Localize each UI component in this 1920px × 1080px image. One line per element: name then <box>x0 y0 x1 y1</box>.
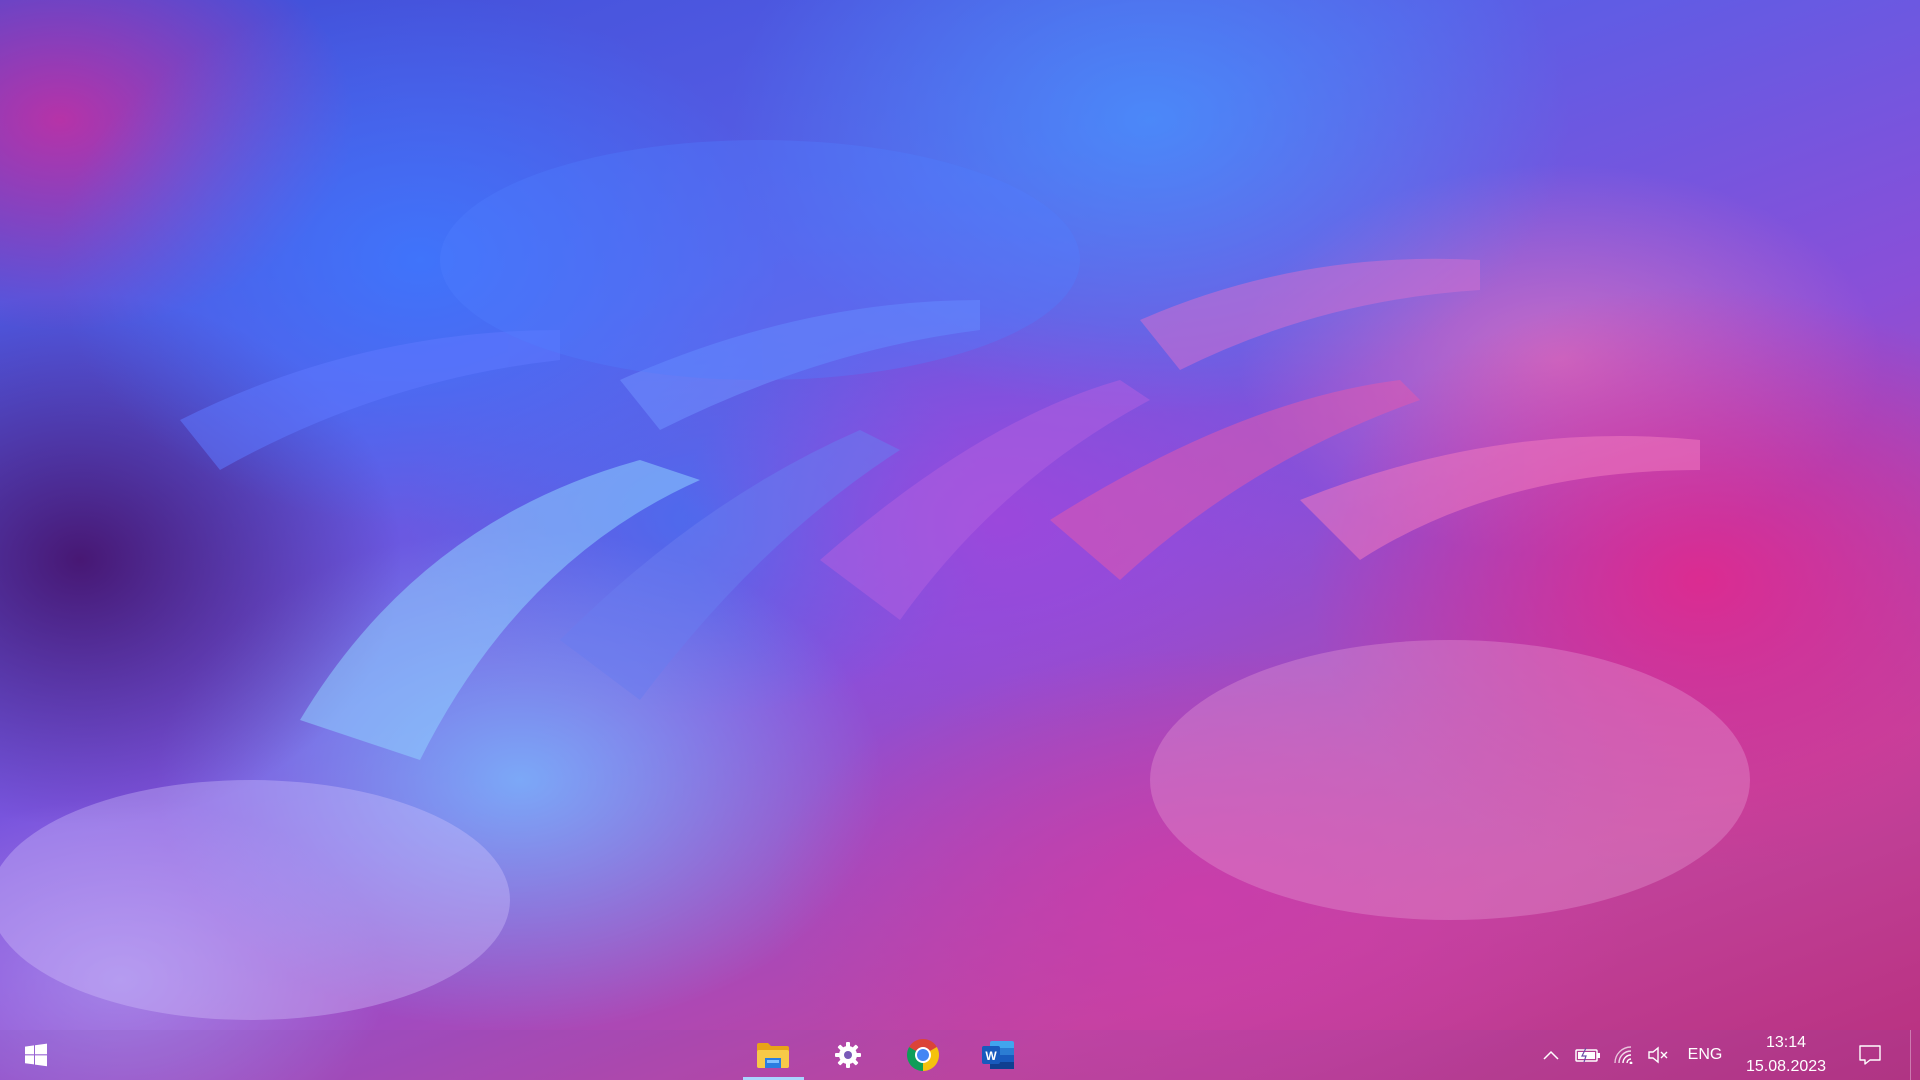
taskbar-app-settings[interactable] <box>817 1030 879 1080</box>
clock[interactable]: 13:14 15.08.2023 <box>1730 1030 1842 1080</box>
clock-date: 15.08.2023 <box>1745 1058 1827 1075</box>
desktop[interactable]: W ENG 13:14 15.08.2023 <box>0 0 1920 1080</box>
show-desktop-button[interactable] <box>1910 1030 1920 1080</box>
volume-control[interactable] <box>1645 1030 1673 1080</box>
battery-status[interactable] <box>1572 1030 1604 1080</box>
notification-icon <box>1859 1045 1881 1065</box>
file-explorer-icon <box>757 1043 789 1068</box>
svg-text:W: W <box>985 1049 997 1063</box>
clock-time: 13:14 <box>1765 1034 1807 1051</box>
taskbar: W ENG 13:14 15.08.2023 <box>0 1030 1920 1080</box>
wallpaper <box>0 140 1750 1020</box>
language-label: ENG <box>1687 1046 1723 1063</box>
chevron-up-icon <box>1543 1050 1559 1060</box>
network-status[interactable] <box>1610 1030 1638 1080</box>
taskbar-app-chrome[interactable] <box>892 1030 954 1080</box>
show-hidden-icons-button[interactable] <box>1538 1030 1564 1080</box>
volume-muted-icon <box>1648 1046 1668 1064</box>
windows-logo-icon <box>25 1043 47 1067</box>
battery-icon <box>1575 1047 1600 1063</box>
input-language[interactable]: ENG <box>1680 1030 1730 1080</box>
taskbar-app-file-explorer[interactable] <box>742 1030 804 1080</box>
word-icon: W <box>982 1041 1014 1069</box>
wifi-icon <box>1614 1046 1633 1064</box>
gear-icon <box>835 1042 861 1068</box>
action-center-button[interactable] <box>1852 1030 1888 1080</box>
start-button[interactable] <box>12 1030 60 1080</box>
chrome-icon <box>906 1039 940 1071</box>
taskbar-app-word[interactable]: W <box>967 1030 1029 1080</box>
